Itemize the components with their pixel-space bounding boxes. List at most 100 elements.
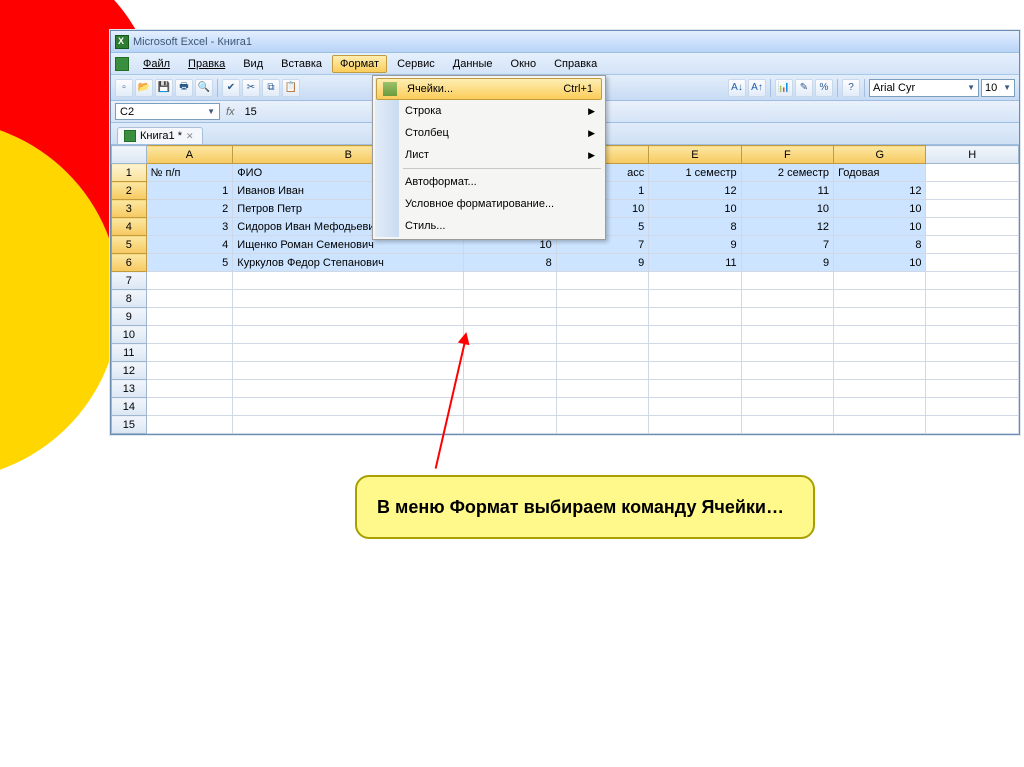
cell[interactable]	[556, 416, 648, 434]
cell[interactable]	[926, 308, 1019, 326]
cell[interactable]: 12	[649, 182, 741, 200]
cell[interactable]	[926, 290, 1019, 308]
cell[interactable]	[741, 290, 833, 308]
cut-icon[interactable]: ✂	[242, 79, 260, 97]
cell[interactable]	[233, 344, 464, 362]
zoom-icon[interactable]: %	[815, 79, 833, 97]
open-icon[interactable]: 📂	[135, 79, 153, 97]
row-header-3[interactable]: 3	[112, 200, 147, 218]
cell[interactable]	[233, 398, 464, 416]
cell[interactable]	[233, 272, 464, 290]
cell[interactable]: Куркулов Федор Степанович	[233, 254, 464, 272]
cell[interactable]	[834, 344, 926, 362]
sort-desc-icon[interactable]: A↑	[748, 79, 766, 97]
cell[interactable]	[741, 416, 833, 434]
cell[interactable]	[464, 416, 556, 434]
cell[interactable]	[233, 362, 464, 380]
cell[interactable]	[146, 326, 233, 344]
cell[interactable]	[926, 326, 1019, 344]
cell[interactable]: 8	[464, 254, 556, 272]
cell[interactable]: 10	[649, 200, 741, 218]
cell[interactable]	[233, 326, 464, 344]
row-header-14[interactable]: 14	[112, 398, 147, 416]
cell[interactable]	[741, 362, 833, 380]
cell[interactable]	[741, 398, 833, 416]
cell[interactable]	[556, 326, 648, 344]
cell[interactable]	[834, 272, 926, 290]
cell[interactable]	[834, 326, 926, 344]
cell[interactable]: 4	[146, 236, 233, 254]
cell[interactable]	[649, 308, 741, 326]
cell[interactable]: Годовая	[834, 164, 926, 182]
row-header-15[interactable]: 15	[112, 416, 147, 434]
cell[interactable]	[649, 326, 741, 344]
cell[interactable]	[926, 380, 1019, 398]
menu-help[interactable]: Справка	[546, 55, 605, 73]
print-icon[interactable]: 🖶	[175, 79, 193, 97]
workbook-tab[interactable]: Книга1 * ✕	[117, 127, 203, 144]
help-icon[interactable]: ?	[842, 79, 860, 97]
drawing-icon[interactable]: ✎	[795, 79, 813, 97]
cell[interactable]: 7	[741, 236, 833, 254]
row-header-13[interactable]: 13	[112, 380, 147, 398]
cell[interactable]	[741, 272, 833, 290]
menu-window[interactable]: Окно	[503, 55, 545, 73]
cell[interactable]: 8	[649, 218, 741, 236]
cell[interactable]	[556, 290, 648, 308]
cell[interactable]	[464, 362, 556, 380]
cell[interactable]	[233, 308, 464, 326]
cell[interactable]	[834, 362, 926, 380]
cell[interactable]	[926, 272, 1019, 290]
menu-item-style[interactable]: Стиль...	[375, 215, 603, 237]
cell[interactable]	[926, 254, 1019, 272]
cell[interactable]	[926, 398, 1019, 416]
new-icon[interactable]: ▫	[115, 79, 133, 97]
cell[interactable]: 9	[741, 254, 833, 272]
cell[interactable]	[146, 272, 233, 290]
menu-item-conditional-formatting[interactable]: Условное форматирование...	[375, 193, 603, 215]
cell[interactable]: 9	[556, 254, 648, 272]
row-header-2[interactable]: 2	[112, 182, 147, 200]
cell[interactable]	[926, 344, 1019, 362]
select-all-corner[interactable]	[112, 146, 147, 164]
cell[interactable]: 2 семестр	[741, 164, 833, 182]
cell[interactable]	[926, 236, 1019, 254]
spelling-icon[interactable]: ✔	[222, 79, 240, 97]
close-tab-icon[interactable]: ✕	[186, 131, 194, 142]
cell[interactable]	[741, 380, 833, 398]
title-bar[interactable]: Microsoft Excel - Книга1	[111, 31, 1019, 53]
sort-asc-icon[interactable]: A↓	[728, 79, 746, 97]
menu-format[interactable]: Формат	[332, 55, 387, 73]
cell[interactable]: 11	[741, 182, 833, 200]
cell[interactable]: 3	[146, 218, 233, 236]
cell[interactable]: 1	[146, 182, 233, 200]
cell[interactable]	[464, 326, 556, 344]
row-header-12[interactable]: 12	[112, 362, 147, 380]
cell[interactable]	[834, 308, 926, 326]
row-header-11[interactable]: 11	[112, 344, 147, 362]
cell[interactable]: 10	[834, 254, 926, 272]
paste-icon[interactable]: 📋	[282, 79, 300, 97]
cell[interactable]	[649, 380, 741, 398]
menu-edit[interactable]: Правка	[180, 55, 233, 73]
row-header-6[interactable]: 6	[112, 254, 147, 272]
print-preview-icon[interactable]: 🔍	[195, 79, 213, 97]
cell[interactable]: 12	[741, 218, 833, 236]
menu-item-row[interactable]: Строка ▶	[375, 100, 603, 122]
menu-file[interactable]: Файл	[135, 55, 178, 73]
font-selector[interactable]: Arial Cyr ▼	[869, 79, 979, 97]
cell[interactable]: 10	[834, 200, 926, 218]
chart-icon[interactable]: 📊	[775, 79, 793, 97]
cell[interactable]	[146, 380, 233, 398]
cell[interactable]: 9	[649, 236, 741, 254]
cell[interactable]	[464, 380, 556, 398]
col-header-G[interactable]: G	[834, 146, 926, 164]
col-header-A[interactable]: A	[146, 146, 233, 164]
cell[interactable]: № п/п	[146, 164, 233, 182]
col-header-E[interactable]: E	[649, 146, 741, 164]
cell[interactable]	[464, 290, 556, 308]
col-header-H[interactable]: H	[926, 146, 1019, 164]
cell[interactable]	[464, 398, 556, 416]
row-header-9[interactable]: 9	[112, 308, 147, 326]
cell[interactable]	[556, 362, 648, 380]
